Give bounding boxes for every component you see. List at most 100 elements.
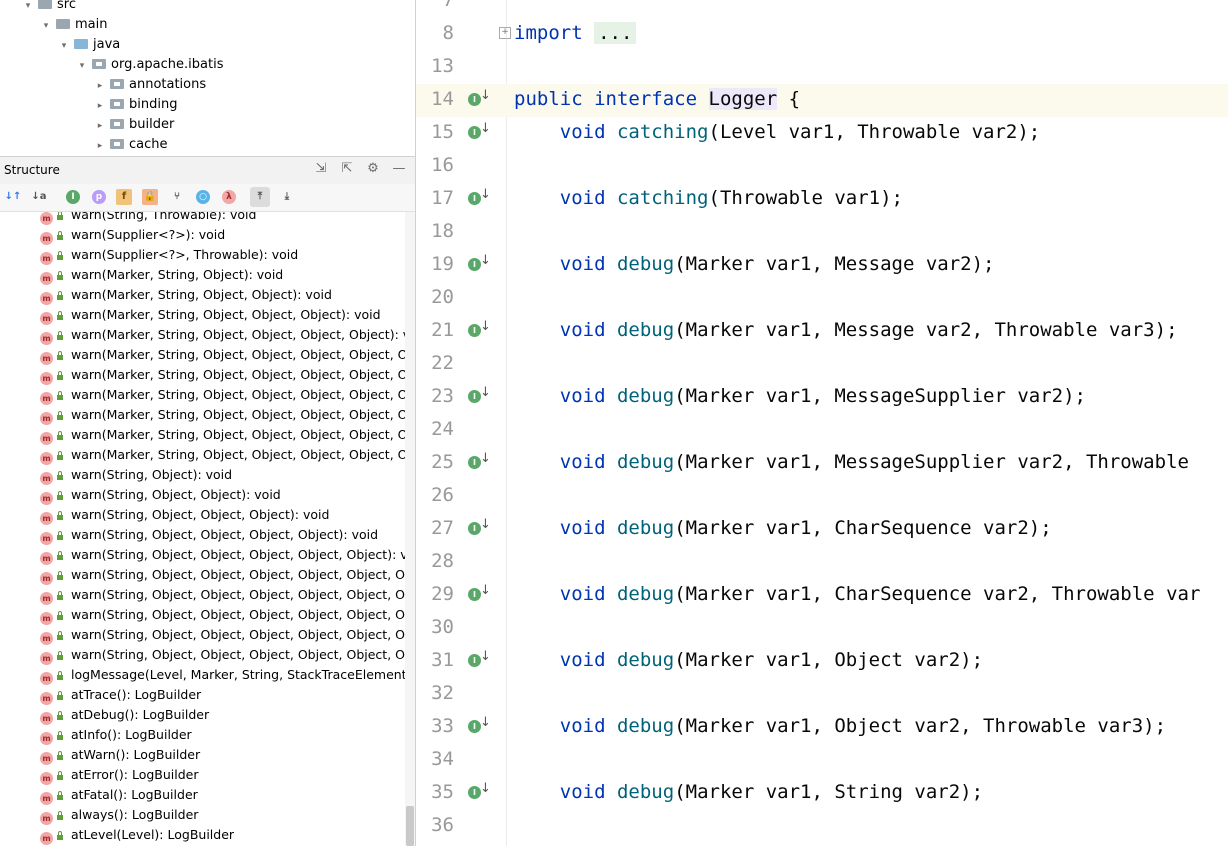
show-fields-icon[interactable]: f bbox=[116, 189, 132, 205]
show-lambdas-icon[interactable]: ○ bbox=[196, 190, 210, 204]
structure-member[interactable]: m warn(String, Object, Object, Object, Ob… bbox=[40, 605, 405, 625]
code-line[interactable]: void debug(Marker var1, Message var2); bbox=[514, 248, 995, 281]
tree-item-builder[interactable]: ▸ builder bbox=[94, 115, 175, 136]
structure-member[interactable]: m warn(String, Object, Object, Object, Ob… bbox=[40, 585, 405, 605]
implemented-marker-icon[interactable]: I ↓ bbox=[468, 253, 491, 273]
code-line[interactable]: void debug(Marker var1, MessageSupplier … bbox=[514, 380, 1086, 413]
structure-member[interactable]: m warn(Supplier<?>, Throwable): void bbox=[40, 245, 298, 265]
code-line[interactable]: void debug(Marker var1, Object var2, Thr… bbox=[514, 710, 1166, 743]
method-icon: m bbox=[40, 492, 53, 505]
chevron-down-icon[interactable]: ▾ bbox=[22, 0, 34, 16]
structure-member[interactable]: m atDebug(): LogBuilder bbox=[40, 705, 209, 725]
structure-member[interactable]: m warn(Marker, String, Object, Object, Ob… bbox=[40, 445, 405, 465]
tree-item-binding[interactable]: ▸ binding bbox=[94, 95, 178, 116]
show-non-public-icon[interactable]: 🔒 bbox=[142, 189, 158, 205]
structure-member[interactable]: m warn(Marker, String, Object, Object, Ob… bbox=[40, 345, 405, 365]
structure-member[interactable]: m warn(String, Object, Object, Object, Ob… bbox=[40, 625, 405, 645]
code-line[interactable]: void debug(Marker var1, CharSequence var… bbox=[514, 578, 1201, 611]
chevron-down-icon[interactable]: ▾ bbox=[58, 36, 70, 56]
tree-item-java[interactable]: ▾ java bbox=[58, 35, 121, 56]
tree-item-annotations[interactable]: ▸ annotations bbox=[94, 75, 206, 95]
autoscroll-to-source-icon[interactable]: ⤒ bbox=[250, 187, 270, 207]
chevron-right-icon[interactable]: ▸ bbox=[94, 116, 106, 136]
implemented-marker-icon[interactable]: I ↓ bbox=[468, 451, 491, 471]
chevron-right-icon[interactable]: ▸ bbox=[94, 96, 106, 116]
structure-member[interactable]: m logMessage(Level, Marker, String, Stack… bbox=[40, 665, 405, 685]
tree-item-src[interactable]: ▾ src bbox=[22, 0, 76, 15]
structure-member[interactable]: m warn(String, Object, Object, Object): v… bbox=[40, 505, 329, 525]
code-line[interactable]: import ... bbox=[514, 17, 637, 50]
structure-member[interactable]: m warn(Marker, String, Object, Object): v… bbox=[40, 285, 332, 305]
code-token: (Marker var1, Message var2); bbox=[674, 253, 995, 275]
structure-member[interactable]: m warn(Supplier<?>): void bbox=[40, 225, 225, 245]
code-line[interactable]: void debug(Marker var1, MessageSupplier … bbox=[514, 446, 1189, 479]
structure-member[interactable]: m warn(Marker, String, Object): void bbox=[40, 265, 283, 285]
member-signature: atWarn(): LogBuilder bbox=[71, 747, 201, 762]
show-properties-icon[interactable]: p bbox=[92, 190, 106, 204]
tree-item-org-apache-ibatis[interactable]: ▾ org.apache.ibatis bbox=[76, 55, 224, 76]
chevron-right-icon[interactable]: ▸ bbox=[94, 76, 106, 96]
collapse-all-icon[interactable]: ⇱ bbox=[337, 161, 357, 176]
structure-member[interactable]: m warn(Marker, String, Object, Object, Ob… bbox=[40, 325, 405, 345]
structure-member[interactable]: m warn(String, Object): void bbox=[40, 465, 232, 485]
code-line[interactable]: public interface Logger { bbox=[514, 83, 800, 116]
structure-member[interactable]: m warn(Marker, String, Object, Object, Ob… bbox=[40, 405, 405, 425]
implemented-marker-icon[interactable]: I ↓ bbox=[468, 385, 491, 405]
tree-item-main[interactable]: ▾ main bbox=[40, 15, 108, 36]
code-line[interactable]: void debug(Marker var1, String var2); bbox=[514, 776, 983, 809]
implemented-marker-icon[interactable]: I ↓ bbox=[468, 187, 491, 207]
chevron-down-icon[interactable]: ▾ bbox=[76, 56, 88, 76]
chevron-right-icon[interactable]: ▸ bbox=[94, 136, 106, 156]
implemented-marker-icon[interactable]: I ↓ bbox=[468, 583, 491, 603]
show-lambda-icon[interactable]: λ bbox=[222, 190, 236, 204]
autoscroll-from-source-icon[interactable]: ⤓ bbox=[278, 188, 296, 206]
implemented-marker-icon[interactable]: I ↓ bbox=[468, 121, 491, 141]
public-access-icon bbox=[56, 231, 64, 240]
hide-icon[interactable]: — bbox=[389, 161, 409, 176]
implemented-marker-icon[interactable]: I ↓ bbox=[468, 715, 491, 735]
line-number: 25 bbox=[431, 451, 454, 473]
gear-icon[interactable]: ⚙ bbox=[363, 161, 383, 176]
code-line[interactable]: void debug(Marker var1, Message var2, Th… bbox=[514, 314, 1178, 347]
structure-scrollbar[interactable] bbox=[405, 212, 415, 846]
implemented-marker-icon[interactable]: I ↓ bbox=[468, 88, 491, 108]
code-line[interactable]: void debug(Marker var1, CharSequence var… bbox=[514, 512, 1052, 545]
sort-alphabetically-icon[interactable]: ↓a bbox=[30, 188, 48, 206]
structure-member[interactable]: m atInfo(): LogBuilder bbox=[40, 725, 192, 745]
line-number: 17 bbox=[431, 187, 454, 209]
structure-member[interactable]: m atWarn(): LogBuilder bbox=[40, 745, 200, 765]
implemented-marker-icon[interactable]: I ↓ bbox=[468, 517, 491, 537]
tree-item-label: builder bbox=[129, 117, 175, 132]
structure-member[interactable]: m warn(String, Object, Object, Object, Ob… bbox=[40, 545, 405, 565]
structure-member[interactable]: m warn(String, Object, Object, Object, Ob… bbox=[40, 645, 405, 665]
structure-member[interactable]: m always(): LogBuilder bbox=[40, 805, 198, 825]
structure-member[interactable]: m warn(String, Object, Object, Object, Ob… bbox=[40, 525, 378, 545]
code-line[interactable]: void catching(Level var1, Throwable var2… bbox=[514, 116, 1040, 149]
structure-member[interactable]: m warn(String, Object, Object): void bbox=[40, 485, 281, 505]
structure-member[interactable]: m warn(String, Object, Object, Object, Ob… bbox=[40, 565, 405, 585]
code-line[interactable]: void debug(Marker var1, Object var2); bbox=[514, 644, 983, 677]
structure-member[interactable]: m atTrace(): LogBuilder bbox=[40, 685, 201, 705]
chevron-down-icon[interactable]: ▾ bbox=[40, 16, 52, 36]
code-line[interactable]: void catching(Throwable var1); bbox=[514, 182, 903, 215]
structure-member[interactable]: m warn(Marker, String, Object, Object, Ob… bbox=[40, 305, 381, 325]
structure-member[interactable]: m atLevel(Level): LogBuilder bbox=[40, 825, 234, 845]
tree-item-cache[interactable]: ▸ cache bbox=[94, 135, 168, 155]
structure-member[interactable]: m atError(): LogBuilder bbox=[40, 765, 199, 785]
implemented-marker-icon[interactable]: I ↓ bbox=[468, 649, 491, 669]
show-inherited-icon[interactable]: I bbox=[66, 190, 80, 204]
implemented-marker-icon[interactable]: I ↓ bbox=[468, 319, 491, 339]
structure-member[interactable]: m warn(String, Throwable): void bbox=[40, 212, 256, 225]
structure-member[interactable]: m warn(Marker, String, Object, Object, Ob… bbox=[40, 425, 405, 445]
expand-all-icon[interactable]: ⇲ bbox=[311, 161, 331, 176]
implemented-marker-icon[interactable]: I ↓ bbox=[468, 781, 491, 801]
structure-scrollbar-thumb[interactable] bbox=[406, 806, 414, 846]
fold-imports-icon[interactable]: + bbox=[499, 27, 511, 39]
sort-by-visibility-icon[interactable]: ↓↑ bbox=[4, 188, 22, 206]
show-anonymous-icon[interactable]: ⑂ bbox=[168, 188, 186, 206]
structure-member[interactable]: m atFatal(): LogBuilder bbox=[40, 785, 198, 805]
structure-member[interactable]: m warn(Marker, String, Object, Object, Ob… bbox=[40, 365, 405, 385]
structure-member[interactable]: m warn(Marker, String, Object, Object, Ob… bbox=[40, 385, 405, 405]
